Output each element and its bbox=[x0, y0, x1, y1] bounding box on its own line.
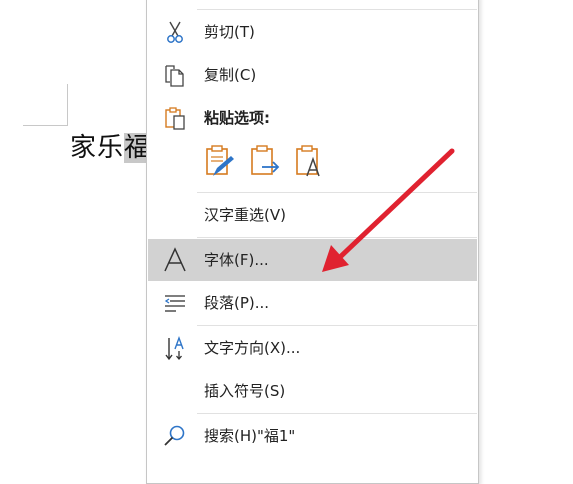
paragraph-icon bbox=[164, 295, 185, 312]
menu-item-paragraph-label: 段落(P)... bbox=[204, 294, 270, 312]
paste-icon bbox=[165, 107, 185, 130]
paste-text-only-icon[interactable] bbox=[293, 143, 325, 179]
menu-item-text-direction[interactable]: 文字方向(X)... bbox=[148, 327, 477, 369]
document-text-plain[interactable]: 家乐 bbox=[70, 133, 124, 163]
font-icon bbox=[164, 247, 186, 272]
menu-item-paste-options: 粘贴选项: bbox=[148, 97, 477, 139]
menu-item-cut[interactable]: 剪切(T) bbox=[148, 11, 477, 53]
menu-separator bbox=[197, 9, 477, 10]
paste-keep-format-icon[interactable] bbox=[203, 143, 235, 179]
menu-item-font[interactable]: 字体(F)... bbox=[148, 239, 477, 281]
copy-icon bbox=[165, 65, 184, 87]
menu-separator bbox=[197, 237, 477, 238]
context-menu: 剪切(T) 复制(C) 粘贴选项: 汉字重选(V) 字体(F)... 段落(P)… bbox=[146, 0, 479, 484]
paste-options-label: 粘贴选项: bbox=[204, 109, 270, 127]
menu-separator bbox=[197, 325, 477, 326]
scissors-icon bbox=[167, 21, 183, 43]
search-icon bbox=[164, 425, 185, 446]
menu-item-copy-label: 复制(C) bbox=[204, 66, 257, 84]
menu-item-font-label: 字体(F)... bbox=[204, 251, 269, 269]
paste-merge-format-icon[interactable] bbox=[248, 143, 280, 179]
document-corner-marker-vertical bbox=[67, 84, 68, 126]
document-text[interactable]: 家乐福 bbox=[70, 130, 152, 166]
menu-separator bbox=[197, 413, 477, 414]
menu-item-cut-label: 剪切(T) bbox=[204, 23, 255, 41]
menu-item-reconvert[interactable]: 汉字重选(V) bbox=[148, 194, 477, 236]
menu-separator bbox=[197, 192, 477, 193]
menu-item-copy[interactable]: 复制(C) bbox=[148, 54, 477, 96]
menu-item-insert-symbol[interactable]: 插入符号(S) bbox=[148, 370, 477, 412]
menu-item-paragraph[interactable]: 段落(P)... bbox=[148, 282, 477, 324]
text-direction-icon bbox=[165, 335, 184, 361]
document-corner-marker-horizontal bbox=[23, 125, 68, 126]
menu-item-reconvert-label: 汉字重选(V) bbox=[204, 206, 286, 224]
menu-item-search[interactable]: 搜索(H)"福1" bbox=[148, 415, 477, 457]
menu-item-search-label: 搜索(H)"福1" bbox=[204, 427, 296, 445]
menu-item-text-direction-label: 文字方向(X)... bbox=[204, 339, 301, 357]
menu-item-insert-symbol-label: 插入符号(S) bbox=[204, 382, 286, 400]
